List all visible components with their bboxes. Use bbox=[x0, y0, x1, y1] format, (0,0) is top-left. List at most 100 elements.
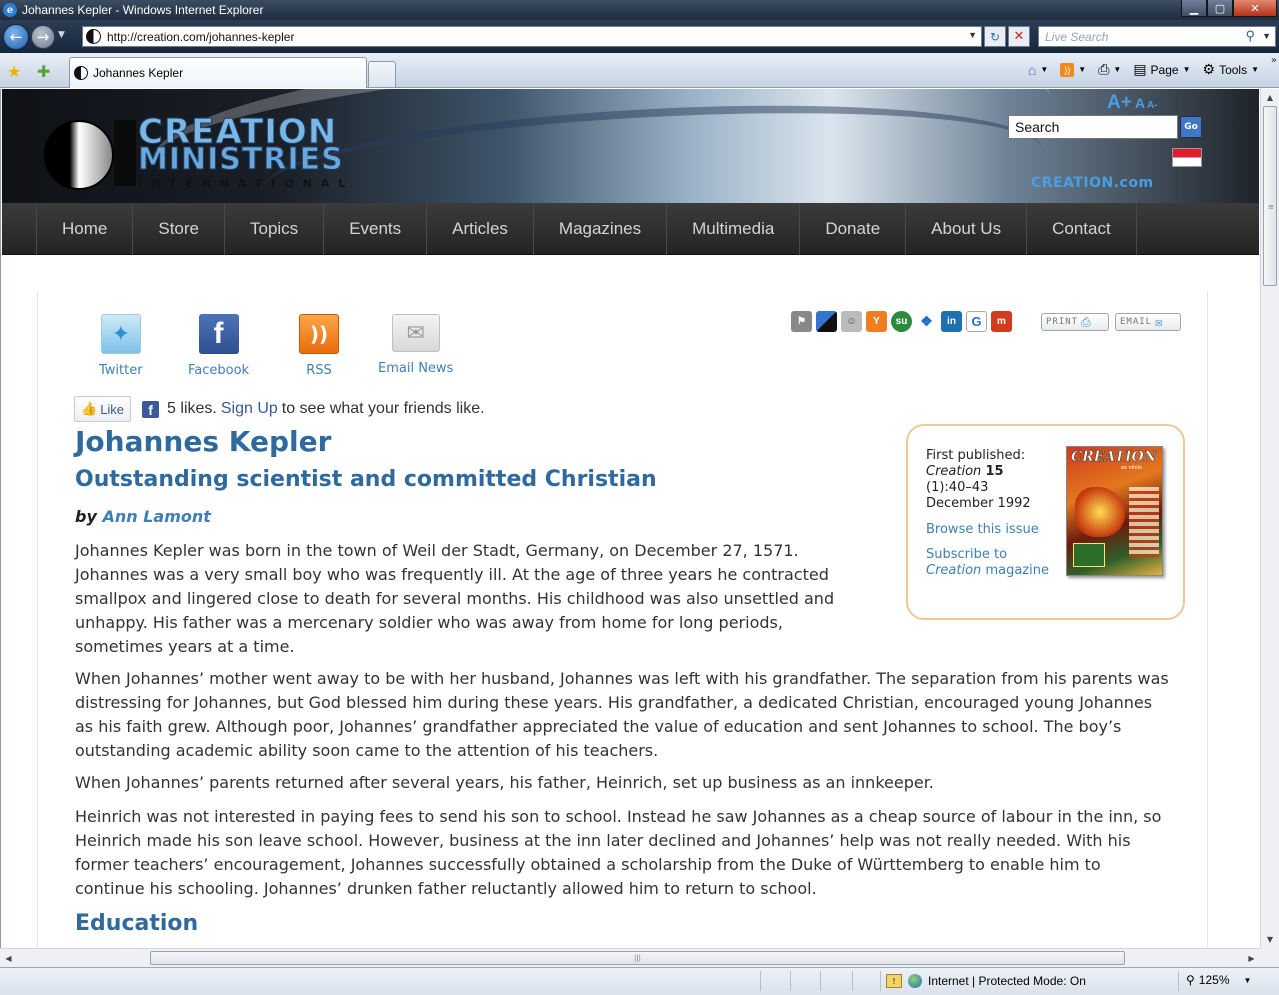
cover-title: CREATION bbox=[1071, 449, 1157, 466]
scroll-down-arrow-icon[interactable]: ▼ bbox=[1261, 931, 1279, 948]
search-options-dropdown-icon[interactable]: ▼ bbox=[1262, 31, 1271, 41]
close-button[interactable]: ✕ bbox=[1233, 0, 1277, 17]
refresh-button[interactable]: ↻ bbox=[984, 26, 1006, 47]
share-mixx-icon[interactable]: m bbox=[991, 311, 1012, 332]
nav-item-contact[interactable]: Contact bbox=[1027, 203, 1137, 255]
zone-text: Internet | Protected Mode: On bbox=[928, 974, 1086, 988]
font-larger-button[interactable]: A+ bbox=[1107, 92, 1132, 113]
twitter-link[interactable]: ✦ Twitter bbox=[99, 314, 143, 378]
address-dropdown-icon[interactable]: ▼ bbox=[968, 30, 977, 40]
nav-item-home[interactable]: Home bbox=[37, 203, 134, 255]
protected-mode-shield-icon: ! bbox=[886, 974, 902, 988]
horizontal-scroll-thumb[interactable]: ||| bbox=[150, 951, 1125, 965]
email-news-link[interactable]: ✉ Email News bbox=[378, 314, 453, 376]
nav-item-magazines[interactable]: Magazines bbox=[534, 203, 668, 255]
home-icon[interactable]: ⌂ bbox=[1028, 62, 1036, 78]
feeds-dropdown-icon[interactable]: ▼ bbox=[1078, 65, 1086, 74]
share-reddit-icon[interactable]: ☺ bbox=[841, 311, 862, 332]
subscribe-link[interactable]: Subscribe to Creation magazine bbox=[926, 547, 1066, 579]
zoom-control[interactable]: ⚲ 125% ▼ bbox=[1186, 973, 1251, 987]
vertical-scroll-thumb[interactable]: ≡ bbox=[1263, 106, 1277, 286]
recent-pages-dropdown-icon[interactable]: ▼ bbox=[58, 30, 65, 40]
email-news-label: Email News bbox=[378, 361, 454, 376]
nav-item-topics[interactable]: Topics bbox=[225, 203, 325, 255]
site-search-input[interactable]: Search bbox=[1008, 115, 1178, 139]
creation-com-link[interactable]: CREATION.com bbox=[1031, 175, 1154, 191]
email-page-button[interactable]: EMAIL ✉ bbox=[1115, 313, 1181, 331]
tab-favicon-icon bbox=[74, 66, 88, 80]
scroll-grip-icon: ≡ bbox=[1268, 203, 1274, 211]
zoom-dropdown-icon[interactable]: ▼ bbox=[1244, 976, 1252, 985]
rss-link[interactable]: )) RSS bbox=[299, 314, 339, 378]
nav-item-articles[interactable]: Articles bbox=[427, 203, 534, 255]
nav-item-donate[interactable]: Donate bbox=[800, 203, 907, 255]
tools-menu[interactable]: Tools bbox=[1219, 63, 1247, 77]
print-label: PRINT bbox=[1046, 317, 1079, 327]
citation-volume: 15 bbox=[985, 464, 1004, 479]
citation-issue: (1):40–43 bbox=[926, 480, 989, 495]
vertical-scrollbar[interactable]: ▲ ≡ ▼ bbox=[1260, 89, 1279, 948]
tab-johannes-kepler[interactable]: Johannes Kepler bbox=[69, 57, 367, 88]
site-search-go-button[interactable]: Go bbox=[1180, 116, 1202, 138]
share-digg-icon[interactable]: ⚑ bbox=[791, 311, 812, 332]
scroll-right-arrow-icon[interactable]: ▶ bbox=[1243, 949, 1260, 967]
nav-item-multimedia[interactable]: Multimedia bbox=[667, 203, 801, 255]
nav-item-events[interactable]: Events bbox=[324, 203, 428, 255]
share-linkedin-icon[interactable]: in bbox=[941, 311, 962, 332]
more-commands-chevron-icon[interactable]: » bbox=[1271, 55, 1277, 66]
status-divider bbox=[852, 971, 853, 991]
section-heading-education: Education bbox=[75, 911, 199, 936]
scroll-left-arrow-icon[interactable]: ◀ bbox=[0, 949, 17, 967]
nav-item-about-us[interactable]: About Us bbox=[906, 203, 1028, 255]
tools-dropdown-icon[interactable]: ▼ bbox=[1251, 65, 1259, 74]
scrollbar-corner bbox=[1260, 948, 1279, 967]
feeds-icon[interactable]: )) bbox=[1060, 62, 1075, 77]
add-to-favorites-icon[interactable]: ✚ bbox=[37, 62, 50, 81]
tab-label: Johannes Kepler bbox=[93, 66, 184, 80]
print-icon[interactable]: ⎙ bbox=[1098, 61, 1109, 78]
stop-button[interactable]: ✕ bbox=[1008, 26, 1030, 47]
address-input[interactable]: http://creation.com/johannes-kepler ▼ bbox=[82, 26, 982, 47]
maximize-button[interactable]: ▢ bbox=[1207, 0, 1233, 17]
logo-international-text[interactable]: INTERNATIONAL bbox=[138, 177, 354, 190]
like-signup-link[interactable]: Sign Up bbox=[221, 400, 278, 418]
page-dropdown-icon[interactable]: ▼ bbox=[1183, 65, 1191, 74]
font-smaller-button[interactable]: A- bbox=[1147, 100, 1158, 111]
page-menu[interactable]: Page bbox=[1151, 63, 1179, 77]
logo-ministries-text[interactable]: MINISTRIES bbox=[138, 144, 344, 175]
new-tab-button[interactable] bbox=[368, 61, 396, 87]
home-dropdown-icon[interactable]: ▼ bbox=[1040, 65, 1048, 74]
email-label: EMAIL bbox=[1120, 317, 1153, 327]
main-navigation: Home Store Topics Events Articles Magazines Mu… bbox=[2, 203, 1259, 255]
forward-button[interactable]: → bbox=[31, 25, 55, 49]
share-windows-live-icon[interactable]: ❖ bbox=[916, 311, 937, 332]
nav-item-store[interactable]: Store bbox=[133, 203, 225, 255]
status-divider bbox=[790, 971, 791, 991]
like-count: 5 likes. bbox=[167, 400, 217, 417]
share-yahoo-icon[interactable]: Y bbox=[866, 311, 887, 332]
facebook-link[interactable]: f Facebook bbox=[188, 314, 249, 378]
print-page-button[interactable]: PRINT ⎙ bbox=[1041, 313, 1109, 331]
back-button[interactable]: ← bbox=[3, 24, 29, 50]
author-link[interactable]: Ann Lamont bbox=[102, 507, 210, 526]
live-search-input[interactable]: Live Search ⚲ ▼ bbox=[1038, 26, 1276, 47]
refresh-icon: ↻ bbox=[989, 29, 1001, 44]
browse-issue-link[interactable]: Browse this issue bbox=[926, 522, 1066, 538]
facebook-like-button[interactable]: 👍 Like bbox=[74, 396, 132, 422]
print-dropdown-icon[interactable]: ▼ bbox=[1113, 65, 1121, 74]
magazine-cover-image[interactable]: CREATION ex nihilo bbox=[1066, 446, 1163, 576]
share-stumbleupon-icon[interactable]: su bbox=[891, 311, 912, 332]
share-delicious-icon[interactable] bbox=[816, 311, 837, 332]
singapore-flag-icon[interactable] bbox=[1172, 148, 1202, 167]
horizontal-scrollbar[interactable]: ◀ ||| ▶ bbox=[0, 948, 1260, 967]
minimize-button[interactable]: ▁ bbox=[1181, 0, 1207, 17]
logo-disc-icon[interactable] bbox=[44, 120, 114, 190]
favorites-center-icon[interactable]: ★ bbox=[7, 62, 21, 81]
address-bar-area: ← → ▼ http://creation.com/johannes-keple… bbox=[0, 20, 1279, 53]
scroll-up-arrow-icon[interactable]: ▲ bbox=[1261, 89, 1279, 106]
search-icon[interactable]: ⚲ bbox=[1245, 28, 1255, 44]
tab-command-bar: ★ ✚ Johannes Kepler ⌂ ▼ )) ▼ ⎙ ▼ ▤ Page ▼ ⚙ To… bbox=[0, 53, 1279, 88]
share-google-icon[interactable]: G bbox=[966, 311, 987, 332]
font-normal-button[interactable]: A bbox=[1135, 95, 1145, 111]
security-zone[interactable]: ! Internet | Protected Mode: On bbox=[886, 974, 1086, 988]
